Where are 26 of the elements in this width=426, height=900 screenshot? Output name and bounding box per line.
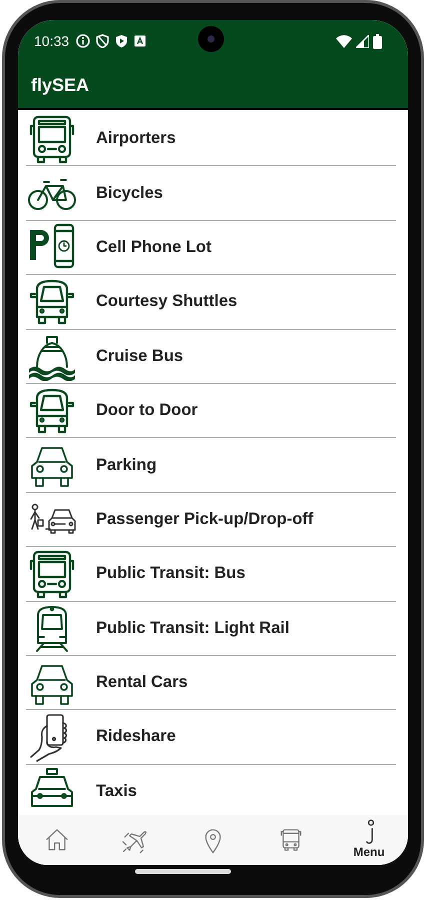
list-item[interactable]: Public Transit: Bus (26, 547, 396, 602)
app-title: flySEA (31, 74, 90, 96)
bus-icon (27, 114, 77, 164)
info-icon (364, 819, 374, 845)
nav-tab[interactable]: Menu (330, 815, 408, 865)
status-time: 10:33 (34, 33, 70, 49)
shield-play-icon (115, 34, 128, 48)
list-item[interactable]: Bicycles (26, 166, 396, 221)
wifi-icon (336, 34, 352, 48)
list-item[interactable]: Public Transit: Light Rail (26, 602, 396, 656)
list-item[interactable]: Parking (26, 438, 396, 493)
list-item[interactable]: Courtesy Shuttles (26, 275, 396, 330)
list-item[interactable]: Door to Door (26, 384, 396, 438)
camera-hole (198, 26, 224, 52)
list-item[interactable]: Rental Cars (26, 656, 396, 710)
list-item[interactable]: Rideshare (26, 710, 396, 765)
keyboard-icon (134, 35, 146, 47)
list-item[interactable]: Passenger Pick-up/Drop-off (26, 492, 396, 548)
info-icon (76, 34, 90, 48)
list-item[interactable]: Cell Phone Lot (26, 220, 396, 276)
battery-icon (373, 34, 382, 48)
signal-icon (356, 34, 369, 48)
shield-icon (96, 34, 110, 48)
bus-icon (27, 548, 77, 599)
list-item[interactable]: Airporters (26, 112, 396, 166)
list-item[interactable]: Cruise Bus (26, 330, 396, 384)
